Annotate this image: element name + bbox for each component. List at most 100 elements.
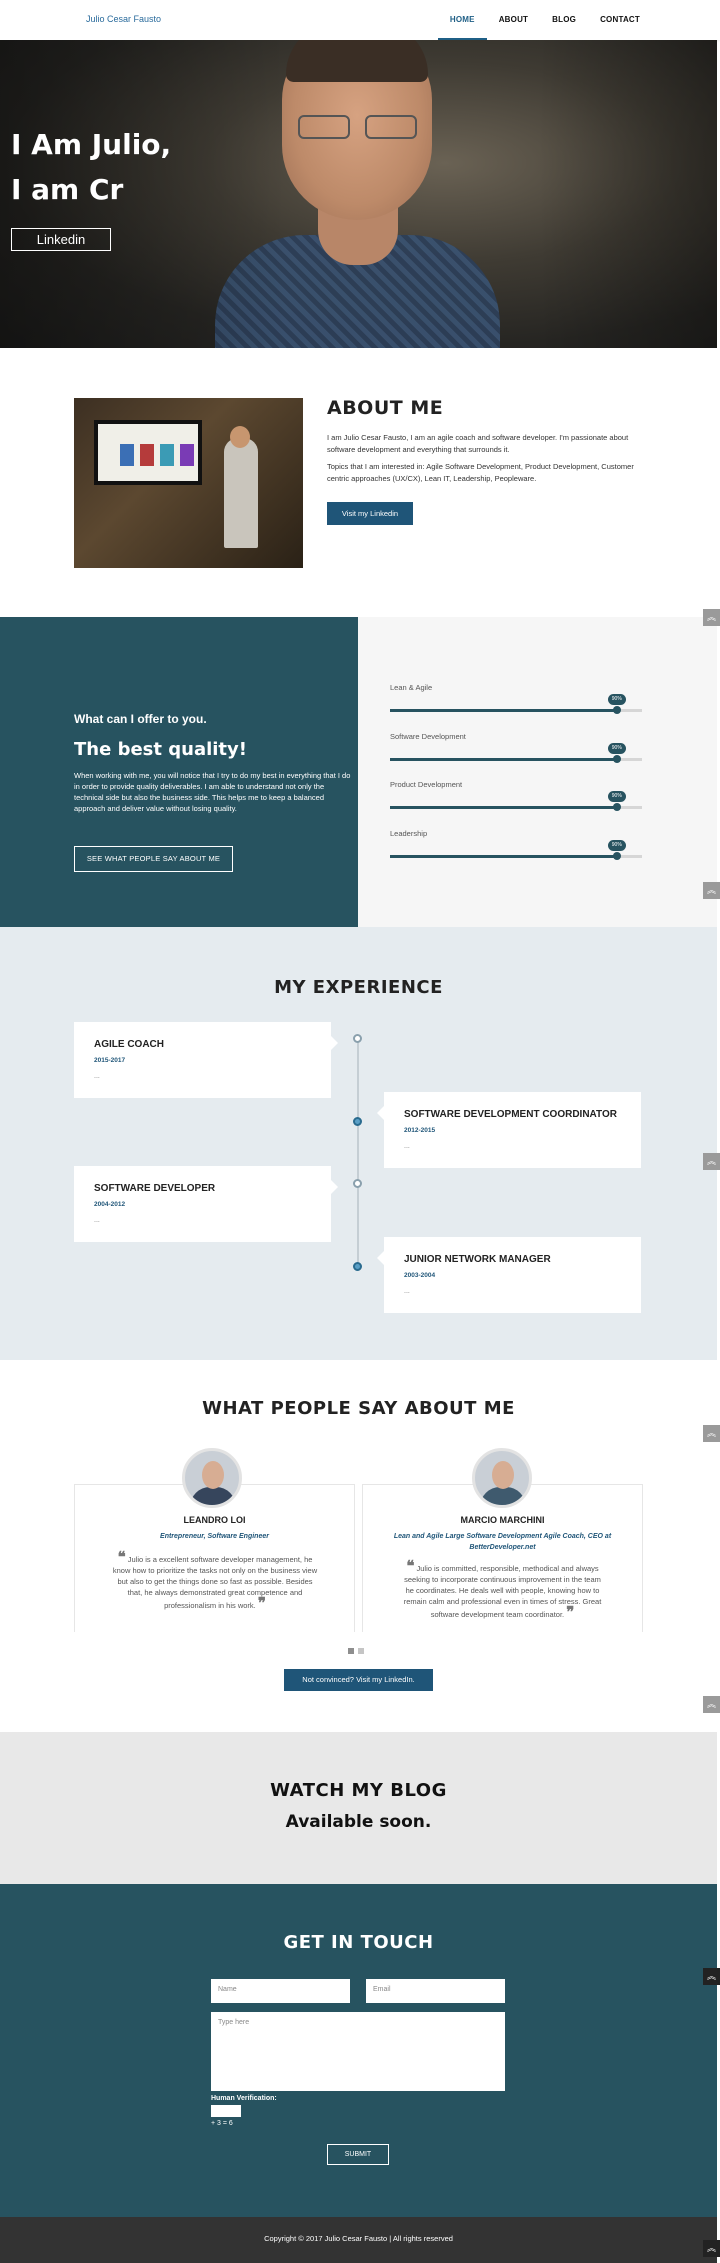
skill-badge: 90% <box>607 743 626 754</box>
offer-text: When working with me, you will notice th… <box>74 771 351 813</box>
avatar <box>182 1448 242 1508</box>
avatar <box>472 1448 532 1508</box>
contact-section: GET IN TOUCH Name Email Type here Human … <box>0 1884 717 2217</box>
testimonials-title: WHAT PEOPLE SAY ABOUT ME <box>202 1398 515 1419</box>
skill-track <box>390 758 642 761</box>
experience-desc: ... <box>94 1073 100 1080</box>
offer-subtitle: The best quality! <box>74 739 247 760</box>
experience-card: JUNIOR NETWORK MANAGER 2003-2004 ... <box>377 1237 641 1313</box>
skill-track <box>390 709 642 712</box>
presenter-head <box>230 426 250 448</box>
experience-dates: 2015-2017 <box>94 1057 126 1064</box>
skill-label: Lean & Agile <box>390 683 433 692</box>
card-pointer <box>331 1180 338 1194</box>
chevron-double-up-icon[interactable]: ︽ <box>703 1153 720 1170</box>
skill-bar: Software Development 90% <box>390 732 642 763</box>
card-pointer <box>331 1036 338 1050</box>
hero-heading-line2: I am Cr <box>11 173 124 206</box>
blog-title: WATCH MY BLOG <box>270 1780 447 1801</box>
offer-content: What can I offer to you. The best qualit… <box>0 617 358 927</box>
presentation-screen <box>94 420 202 485</box>
nav-menu: HOME ABOUT BLOG CONTACT <box>437 0 652 40</box>
experience-desc: ... <box>404 1143 410 1150</box>
top-navbar: Julio Cesar Fausto HOME ABOUT BLOG CONTA… <box>0 0 720 40</box>
skill-fill <box>390 709 617 712</box>
chevron-double-up-icon[interactable]: ︽ <box>703 609 720 626</box>
skill-bar: Product Development 90% <box>390 780 642 811</box>
nav-item-home[interactable]: HOME <box>437 0 487 40</box>
skill-label: Leadership <box>390 829 428 838</box>
skill-label: Software Development <box>390 732 466 741</box>
testimonial-name: LEANDRO LOI <box>183 1515 246 1525</box>
chevron-double-up-icon[interactable]: ︽ <box>703 1696 720 1713</box>
experience-dates: 2004-2012 <box>94 1201 126 1208</box>
human-verification-label: Human Verification: <box>211 2095 277 2102</box>
hero-section: I Am Julio, I am Cr Linkedin <box>0 40 717 348</box>
skill-track <box>390 855 642 858</box>
experience-desc: ... <box>404 1288 410 1295</box>
name-input[interactable]: Name <box>211 1979 350 2003</box>
submit-button[interactable]: SUBMIT <box>327 2144 389 2165</box>
skill-handle <box>612 755 621 763</box>
skill-fill <box>390 855 617 858</box>
skill-badge: 90% <box>607 791 626 802</box>
skill-bar: Lean & Agile 90% <box>390 683 642 714</box>
experience-card: AGILE COACH 2015-2017 ... <box>74 1022 338 1098</box>
human-verification-equation: + 3 = 6 <box>211 2120 233 2127</box>
skill-label: Product Development <box>390 780 463 789</box>
carousel-dots <box>348 1648 364 1654</box>
close-quote-icon: ❞ <box>257 1594 266 1612</box>
skill-badge: 90% <box>607 694 626 705</box>
experience-card: SOFTWARE DEVELOPER 2004-2012 ... <box>74 1166 338 1242</box>
skill-handle <box>612 803 621 811</box>
timeline-node <box>353 1262 362 1271</box>
experience-role: AGILE COACH <box>94 1039 164 1050</box>
testimonial-name: MARCIO MARCHINI <box>460 1515 545 1525</box>
skill-fill <box>390 806 617 809</box>
skill-handle <box>612 852 621 860</box>
skill-badge: 90% <box>607 840 626 851</box>
experience-title: MY EXPERIENCE <box>274 977 443 998</box>
experience-role: JUNIOR NETWORK MANAGER <box>404 1254 551 1265</box>
skill-track <box>390 806 642 809</box>
carousel-dot[interactable] <box>358 1648 364 1654</box>
timeline-node <box>353 1117 362 1126</box>
not-convinced-linkedin-button[interactable]: Not convinced? Visit my LinkedIn. <box>284 1669 433 1691</box>
nav-item-blog[interactable]: BLOG <box>540 0 588 40</box>
presenter-figure <box>224 438 258 548</box>
nav-item-contact[interactable]: CONTACT <box>588 0 652 40</box>
visit-linkedin-button[interactable]: Visit my Linkedin <box>327 502 413 525</box>
open-quote-icon: ❝ <box>117 1548 126 1566</box>
testimonial-role: Entrepreneur, Software Engineer <box>160 1533 269 1540</box>
skill-bar: Leadership 90% <box>390 829 642 860</box>
timeline-node <box>353 1034 362 1043</box>
about-paragraph-1: I am Julio Cesar Fausto, I am an agile c… <box>327 433 629 454</box>
timeline-line <box>357 1037 359 1270</box>
chevron-double-up-icon[interactable]: ︽ <box>703 882 720 899</box>
chevron-double-up-icon[interactable]: ︽ <box>703 1425 720 1442</box>
footer: Copyright © 2017 Julio Cesar Fausto | Al… <box>0 2217 717 2263</box>
copyright-text: Copyright © 2017 Julio Cesar Fausto | Al… <box>264 2234 453 2243</box>
about-photo <box>74 398 303 568</box>
testimonial-quote: ❝ Julio is committed, responsible, metho… <box>400 1559 605 1620</box>
email-input[interactable]: Email <box>366 1979 505 2003</box>
see-testimonials-button[interactable]: SEE WHAT PEOPLE SAY ABOUT ME <box>74 846 233 872</box>
experience-role: SOFTWARE DEVELOPER <box>94 1183 216 1194</box>
experience-dates: 2003-2004 <box>404 1272 436 1279</box>
experience-card: SOFTWARE DEVELOPMENT COORDINATOR 2012-20… <box>377 1092 641 1168</box>
blog-subtitle: Available soon. <box>285 1812 432 1832</box>
quote-text: Julio is a excellent software developer … <box>112 1555 318 1610</box>
nav-item-about[interactable]: ABOUT <box>487 0 540 40</box>
skill-handle <box>612 706 621 714</box>
chevron-double-up-icon[interactable]: ︽ <box>703 2240 720 2257</box>
human-verification-input[interactable] <box>211 2105 241 2117</box>
about-title: ABOUT ME <box>327 397 444 419</box>
testimonial-role: Lean and Agile Large Software Developmen… <box>393 1533 612 1551</box>
chevron-double-up-icon[interactable]: ︽ <box>703 1968 720 1985</box>
carousel-dot[interactable] <box>348 1648 354 1654</box>
message-textarea[interactable]: Type here <box>211 2012 505 2091</box>
open-quote-icon: ❝ <box>406 1557 415 1575</box>
skill-fill <box>390 758 617 761</box>
hero-linkedin-button[interactable]: Linkedin <box>11 228 111 251</box>
brand-link[interactable]: Julio Cesar Fausto <box>86 14 161 24</box>
